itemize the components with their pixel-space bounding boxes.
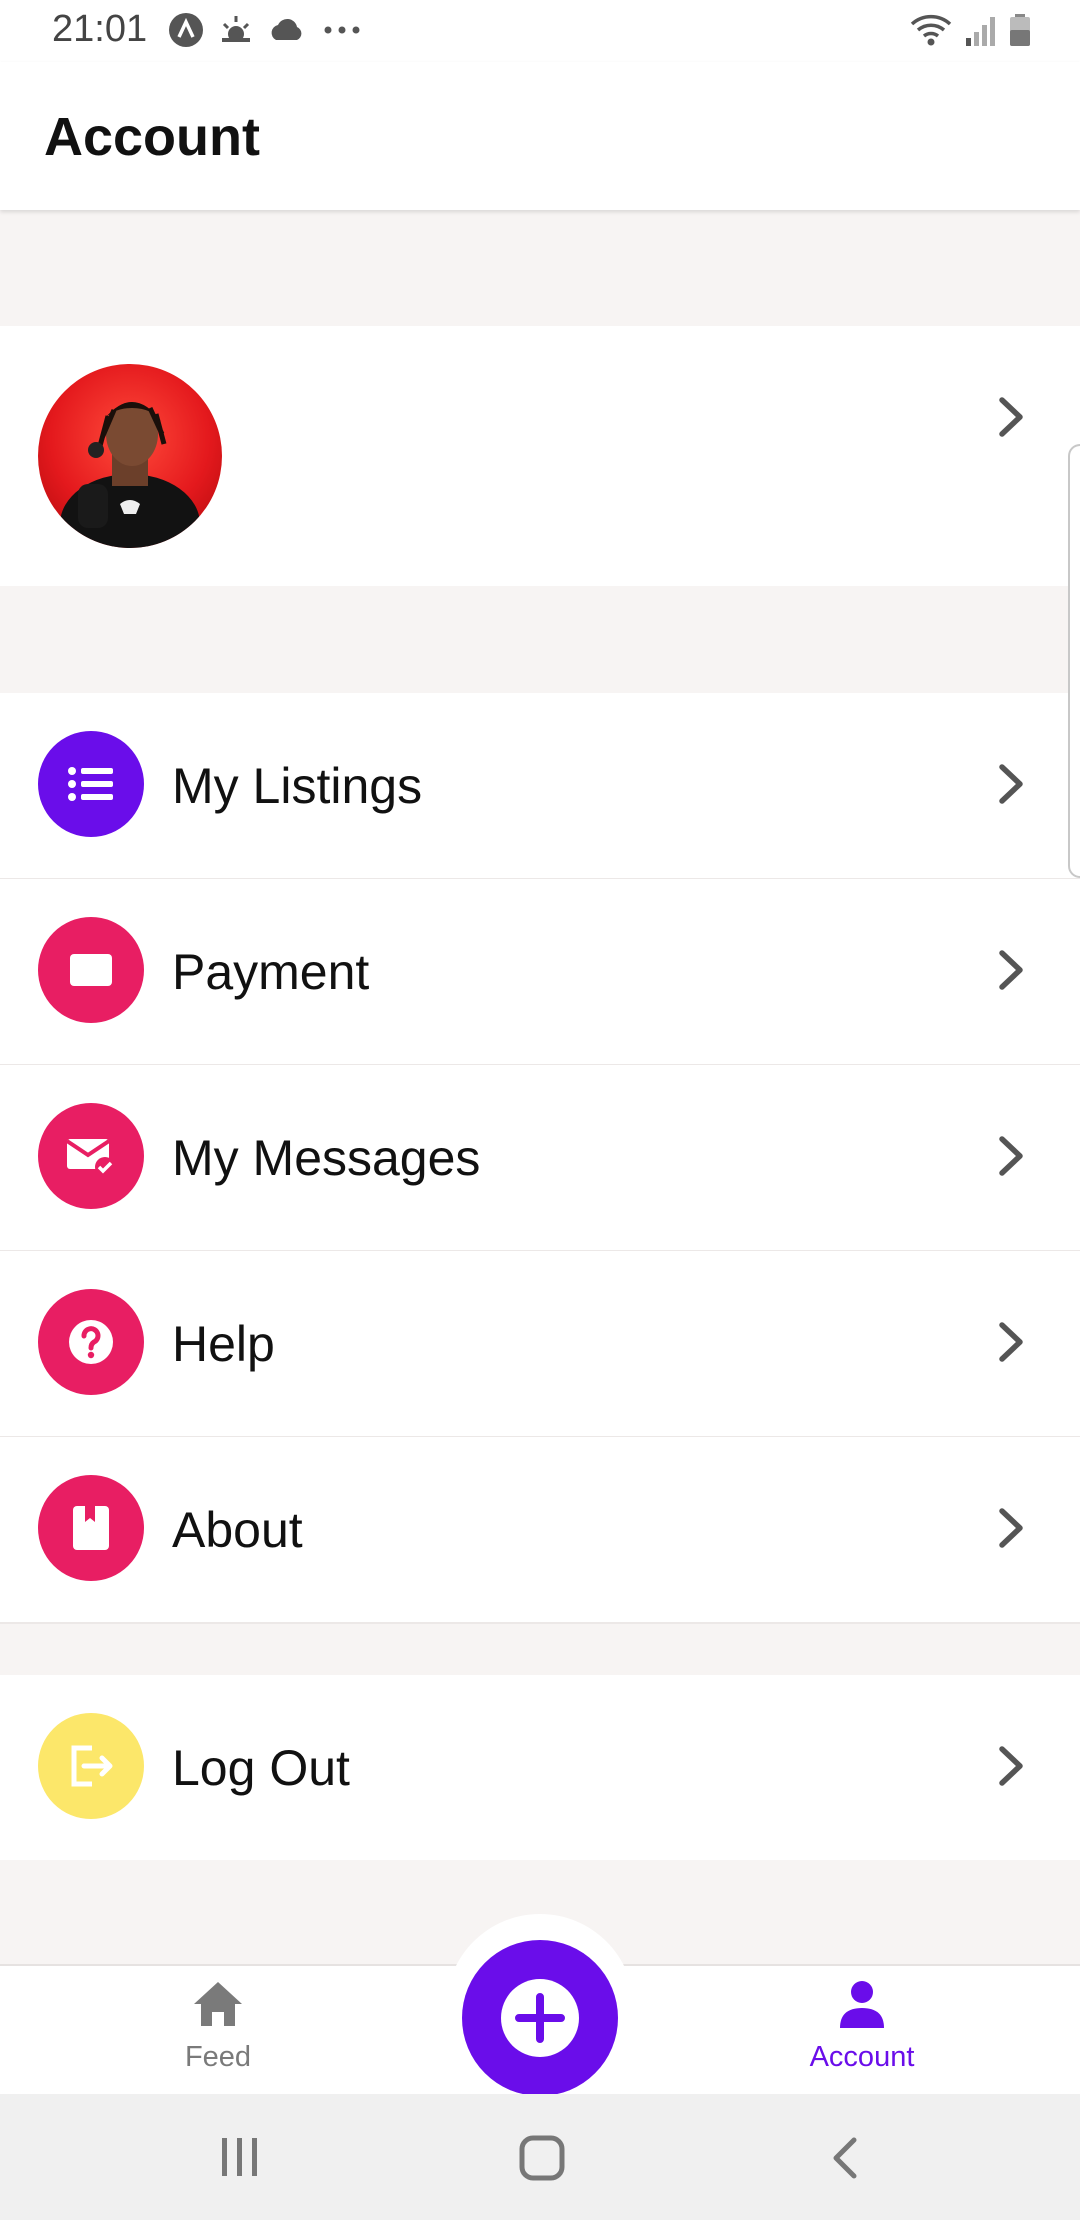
- more-notifications-icon: [324, 26, 360, 34]
- menu-label: Payment: [172, 944, 370, 1000]
- mail-check-icon: [38, 1103, 144, 1209]
- home-icon: [194, 1982, 242, 2026]
- status-time: 21:01: [52, 8, 148, 50]
- status-bar: 21:01: [0, 0, 1080, 62]
- system-nav-bar: [0, 2094, 1080, 2220]
- status-notification-icons: [168, 12, 364, 48]
- menu-item-my-listings[interactable]: My Listings: [0, 693, 1080, 880]
- recent-apps-icon[interactable]: [218, 2134, 262, 2180]
- chevron-right-icon: [999, 1322, 1023, 1362]
- menu-item-my-messages[interactable]: My Messages: [0, 1065, 1080, 1252]
- menu-label: Log Out: [172, 1740, 350, 1796]
- help-icon: [38, 1289, 144, 1395]
- chevron-right-icon: [999, 1508, 1023, 1548]
- avatar: [38, 364, 222, 548]
- menu-label: My Messages: [172, 1130, 481, 1186]
- chevron-right-icon: [999, 1746, 1023, 1786]
- signal-icon: [966, 17, 995, 46]
- menu-item-payment[interactable]: Payment: [0, 879, 1080, 1066]
- tab-account[interactable]: Account: [762, 1978, 962, 2074]
- menu-item-help[interactable]: Help: [0, 1251, 1080, 1438]
- chevron-right-icon: [999, 1136, 1023, 1176]
- menu-label: My Listings: [172, 758, 423, 814]
- chevron-right-icon: [999, 397, 1023, 437]
- menu-item-log-out[interactable]: Log Out: [0, 1675, 1080, 1860]
- list-icon: [38, 731, 144, 837]
- weather-sunrise-icon: [222, 16, 250, 42]
- cloud-icon: [271, 18, 302, 40]
- page-title: Account: [44, 107, 260, 167]
- app-header: Account: [0, 62, 1080, 210]
- menu-item-about[interactable]: About: [0, 1437, 1080, 1624]
- tab-feed[interactable]: Feed: [118, 1978, 318, 2074]
- profile-row[interactable]: [0, 326, 1080, 586]
- tab-feed-label: Feed: [184, 2041, 252, 2073]
- menu-label: About: [172, 1502, 303, 1558]
- tab-account-label: Account: [809, 2041, 915, 2073]
- app-notification-icon: [169, 13, 203, 47]
- battery-icon: [1010, 14, 1030, 46]
- logout-icon: [38, 1713, 144, 1819]
- home-button-icon[interactable]: [518, 2134, 566, 2182]
- chevron-right-icon: [999, 764, 1023, 804]
- back-icon[interactable]: [826, 2134, 866, 2182]
- wifi-icon: [910, 14, 952, 46]
- edge-panel-handle[interactable]: [1068, 444, 1080, 878]
- add-listing-button[interactable]: [462, 1940, 618, 2096]
- card-icon: [38, 917, 144, 1023]
- avatar-image: [60, 402, 200, 548]
- account-icon: [840, 1981, 884, 2028]
- menu-label: Help: [172, 1316, 275, 1372]
- status-system-icons: [908, 12, 1032, 48]
- plus-circle-icon: [501, 1979, 579, 2057]
- book-icon: [38, 1475, 144, 1581]
- chevron-right-icon: [999, 950, 1023, 990]
